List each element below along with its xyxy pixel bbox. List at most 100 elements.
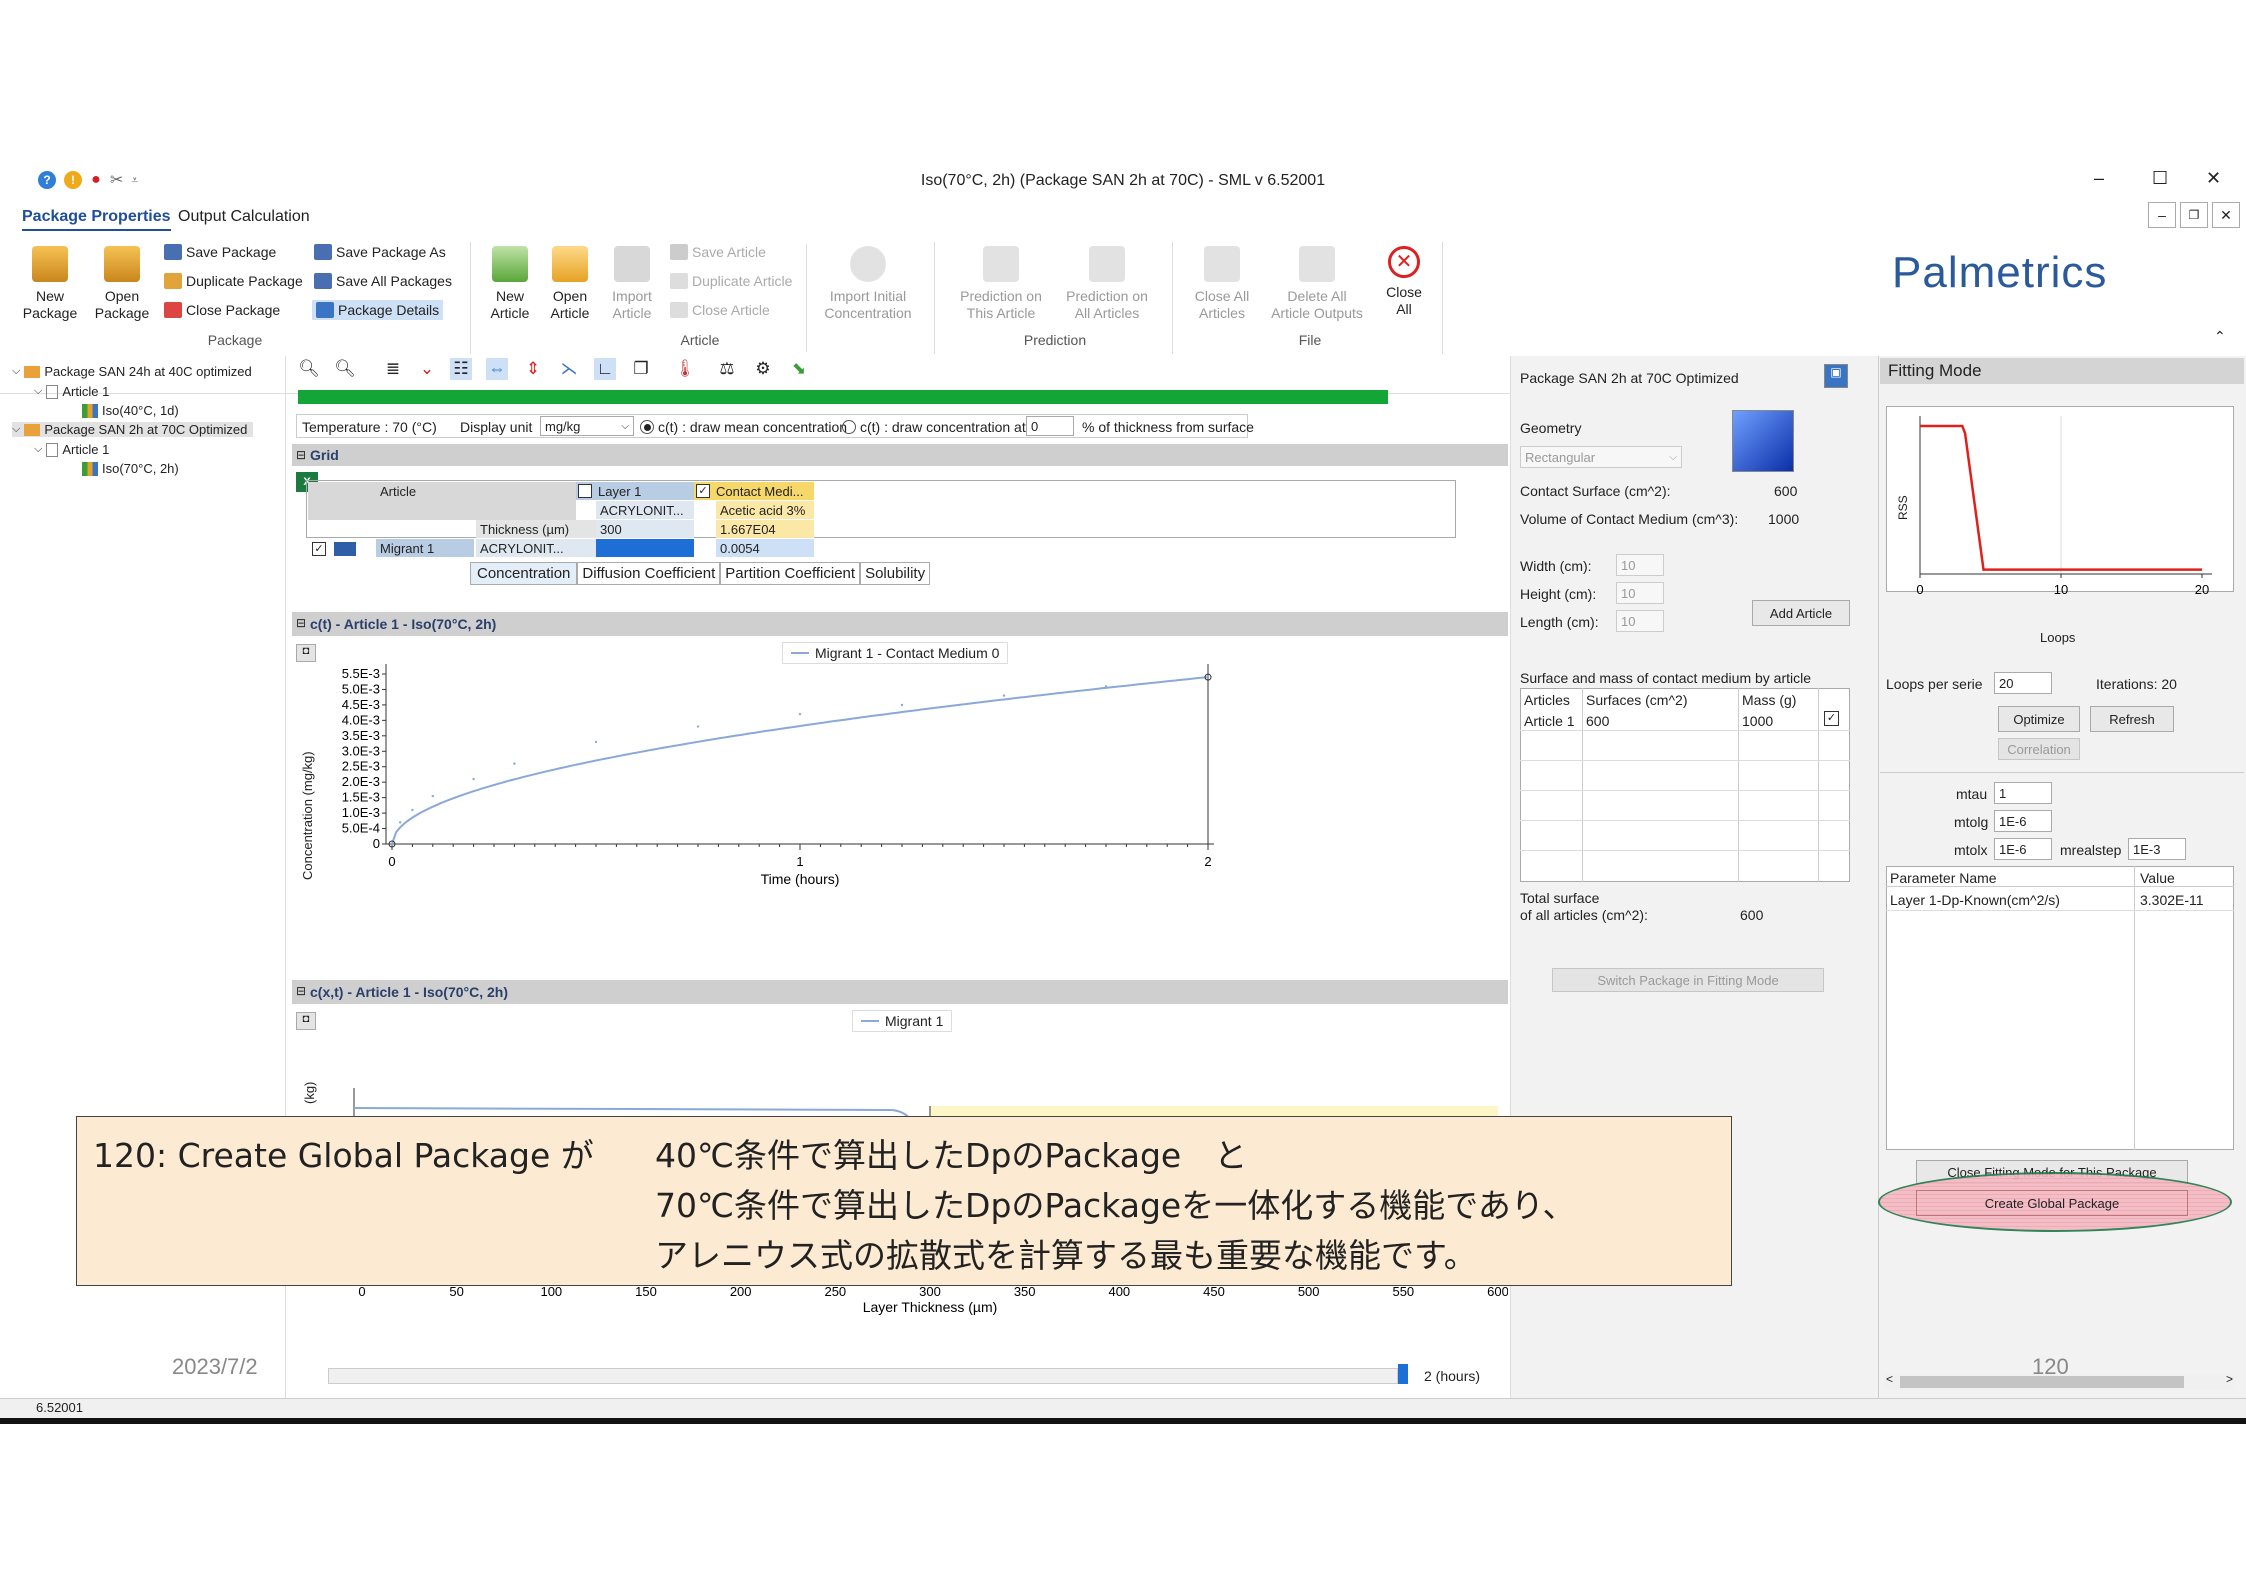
duplicate-package-button[interactable]: Duplicate Package	[164, 273, 303, 289]
expand-icon[interactable]: ⌵	[34, 443, 42, 456]
param-value[interactable]: 3.302E-11	[2140, 892, 2204, 908]
collapse-grid-icon[interactable]: ⊟	[296, 448, 306, 462]
add-article-button[interactable]: Add Article	[1752, 600, 1850, 626]
cxt-section-header[interactable]: c(x,t) - Article 1 - Iso(70°C, 2h)	[292, 980, 1508, 1004]
line-style-icon[interactable]: ⋋	[558, 358, 580, 380]
time-slider-thumb[interactable]	[1398, 1364, 1408, 1384]
grid-section-header[interactable]: Grid	[292, 444, 1508, 466]
import-article-button[interactable]: Import Article	[602, 246, 662, 322]
save-all-packages-button[interactable]: Save All Packages	[314, 273, 452, 289]
create-global-package-button[interactable]: Create Global Package	[1916, 1190, 2188, 1216]
row-surface[interactable]: 600	[1586, 713, 1609, 729]
grid-migrant-layer-value[interactable]	[596, 539, 694, 557]
width-input[interactable]: 10	[1616, 554, 1664, 576]
row-checkbox[interactable]: ✓	[1824, 711, 1839, 726]
mdi-restore-icon[interactable]: ❐	[2180, 202, 2208, 228]
thermometer-icon[interactable]: 🌡︎	[674, 358, 696, 380]
new-article-button[interactable]: New Article	[480, 246, 540, 322]
package-details-button[interactable]: Package Details	[312, 300, 444, 320]
axes-icon[interactable]: ∟	[594, 358, 616, 380]
grid-layer1-header[interactable]: Layer 1	[576, 482, 694, 500]
radio-mean[interactable]	[640, 420, 654, 434]
subtab-concentration[interactable]: Concentration	[470, 562, 578, 585]
mtau-input[interactable]: 1	[1994, 782, 2052, 804]
import-initial-concentration-button[interactable]: Import Initial Concentration	[816, 246, 920, 322]
migrant-color-swatch[interactable]	[334, 542, 356, 556]
tab-output-calculation[interactable]: Output Calculation	[178, 208, 310, 226]
grid-contact-header[interactable]: Contact Medi...	[694, 482, 814, 500]
duplicate-article-button[interactable]: Duplicate Article	[670, 273, 792, 289]
close-article-button[interactable]: Close Article	[670, 302, 770, 318]
collapse-ct-icon[interactable]: ⊟	[296, 616, 306, 630]
close-all-button[interactable]: ✕ Close All	[1376, 246, 1432, 318]
subtab-solubility[interactable]: Solubility	[860, 562, 931, 585]
subtab-diffusion[interactable]: Diffusion Coefficient	[577, 562, 721, 585]
list-icon[interactable]: ≣	[382, 358, 404, 380]
maximize-button[interactable]: ☐	[2152, 168, 2168, 189]
refresh-button[interactable]: Refresh	[2090, 706, 2174, 732]
save-article-button[interactable]: Save Article	[670, 244, 766, 260]
export-icon[interactable]: ⬊	[788, 358, 810, 380]
close-window-button[interactable]: ✕	[2206, 168, 2221, 189]
camera-icon[interactable]: ◘	[296, 1012, 316, 1030]
prediction-all-articles-button[interactable]: Prediction on All Articles	[1054, 246, 1160, 322]
save-package-as-button[interactable]: Save Package As	[314, 244, 446, 260]
tree-iso-70[interactable]: Iso(70°C, 2h)	[82, 461, 179, 476]
mrealstep-input[interactable]: 1E-3	[2128, 838, 2186, 860]
expand-icon[interactable]: ⌵	[12, 365, 20, 378]
migrant-checkbox[interactable]: ✓	[312, 542, 326, 556]
correlation-button[interactable]: Correlation	[1998, 738, 2080, 760]
open-article-button[interactable]: Open Article	[540, 246, 600, 322]
expand-icon[interactable]: ⌵	[12, 423, 20, 436]
layer1-checkbox[interactable]	[578, 484, 592, 498]
fit-height-icon[interactable]: ⇕	[522, 358, 544, 380]
row-mass[interactable]: 1000	[1742, 713, 1773, 729]
close-package-button[interactable]: Close Package	[164, 302, 280, 318]
settings-icon[interactable]: ⚙	[752, 358, 774, 380]
tree-package-2[interactable]: ⌵ Package SAN 2h at 70C Optimized	[12, 422, 254, 437]
display-unit-select[interactable]: mg/kg ⌵	[540, 416, 634, 436]
open-package-button[interactable]: Open Package	[92, 246, 152, 322]
time-slider[interactable]	[328, 1368, 1398, 1384]
switch-fitting-button[interactable]: Switch Package in Fitting Mode	[1552, 968, 1824, 992]
collapse-ribbon-icon[interactable]: ⌃	[2214, 328, 2226, 345]
zoom-out-icon[interactable]: 🔍︎	[334, 358, 356, 380]
expand-icon[interactable]: ⌵	[34, 385, 42, 398]
scroll-left-icon[interactable]: <	[1886, 1372, 1893, 1386]
mdi-minimize-icon[interactable]: –	[2148, 202, 2176, 228]
grid-layer1-thickness[interactable]: 300	[596, 520, 694, 538]
loops-per-serie-input[interactable]: 20	[1994, 672, 2052, 694]
scroll-right-icon[interactable]: >	[2226, 1372, 2233, 1386]
geometry-select[interactable]: Rectangular ⌵	[1520, 446, 1682, 468]
save-package-button[interactable]: Save Package	[164, 244, 276, 260]
height-input[interactable]: 10	[1616, 582, 1664, 604]
contact-checkbox[interactable]: ✓	[696, 484, 710, 498]
close-all-articles-button[interactable]: Close All Articles	[1180, 246, 1264, 322]
package-settings-icon[interactable]: ▣	[1824, 364, 1848, 388]
mdi-close-icon[interactable]: ✕	[2212, 202, 2240, 228]
new-package-button[interactable]: New Package	[20, 246, 80, 322]
prediction-this-article-button[interactable]: Prediction on This Article	[948, 246, 1054, 322]
tree-iso-40[interactable]: Iso(40°C, 1d)	[82, 403, 179, 418]
delete-all-outputs-button[interactable]: Delete All Article Outputs	[1264, 246, 1370, 322]
subtab-partition[interactable]: Partition Coefficient	[720, 562, 861, 585]
points-icon[interactable]: ⌄	[416, 358, 438, 380]
tree-article-1b[interactable]: ⌵ Article 1	[34, 442, 109, 457]
mtolg-input[interactable]: 1E-6	[1994, 810, 2052, 832]
ct-section-header[interactable]: c(t) - Article 1 - Iso(70°C, 2h)	[292, 612, 1508, 636]
tab-package-properties[interactable]: Package Properties	[22, 208, 171, 231]
length-input[interactable]: 10	[1616, 610, 1664, 632]
minimize-button[interactable]: –	[2094, 168, 2104, 189]
tree-article-1a[interactable]: ⌵ Article 1	[34, 384, 109, 399]
tree-package-1[interactable]: ⌵ Package SAN 24h at 40C optimized	[12, 364, 252, 379]
zoom-in-icon[interactable]: 🔍︎	[298, 358, 320, 380]
thickness-percent-input[interactable]: 0	[1026, 416, 1074, 436]
grid-view-icon[interactable]: ☷	[450, 358, 472, 380]
grid-contact-thickness[interactable]: 1.667E04	[716, 520, 814, 538]
balance-icon[interactable]: ⚖	[716, 358, 738, 380]
copy-icon[interactable]: ❐	[630, 358, 652, 380]
fit-width-icon[interactable]: ⇔	[486, 358, 508, 380]
collapse-cxt-icon[interactable]: ⊟	[296, 984, 306, 998]
mtolx-input[interactable]: 1E-6	[1994, 838, 2052, 860]
optimize-button[interactable]: Optimize	[1998, 706, 2080, 732]
